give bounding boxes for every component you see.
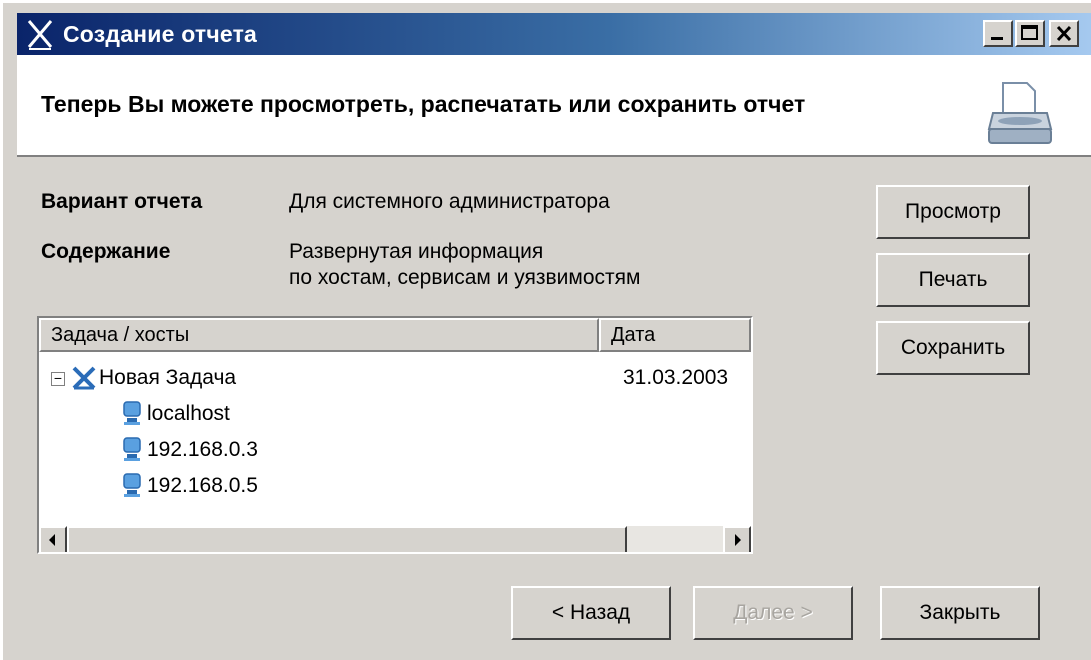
print-button[interactable]: Печать [876,253,1030,307]
next-button[interactable]: Далее > [693,586,853,640]
column-header-date[interactable]: Дата [599,318,751,352]
scroll-right-button[interactable] [723,526,751,552]
variant-label: Вариант отчета [41,190,203,213]
header-text: Теперь Вы можете просмотреть, распечатат… [41,91,806,117]
close-icon [1056,25,1072,42]
task-name: Новая Задача [99,366,237,389]
scrollbar-thumb[interactable] [67,526,627,552]
close-button[interactable]: Закрыть [880,586,1040,640]
host-name: 192.168.0.3 [147,438,258,461]
task-icon [72,366,96,390]
host-name: localhost [147,402,230,425]
host-computer-icon [123,437,141,461]
content-value-line1: Развернутая информация [289,240,544,263]
horizontal-scrollbar[interactable] [39,526,751,552]
host-name: 192.168.0.5 [147,474,258,497]
report-wizard-window: Создание отчета Теперь Вы можете просмот… [0,0,1091,660]
x-logo-icon [27,20,53,50]
content-label: Содержание [41,240,171,263]
host-computer-icon [123,473,141,497]
minimize-icon [991,37,1003,40]
close-window-button[interactable] [1049,20,1079,47]
content-value-line2: по хостам, сервисам и уязвимостям [289,266,641,289]
preview-button[interactable]: Просмотр [876,185,1030,239]
task-tree-list[interactable]: Задача / хосты Дата − Новая Задача 31.03… [37,316,753,554]
column-header-task[interactable]: Задача / хосты [39,318,599,352]
title-bar[interactable]: Создание отчета [17,13,1091,55]
wizard-header: Теперь Вы можете просмотреть, распечатат… [17,55,1091,157]
host-computer-icon [123,401,141,425]
task-date: 31.03.2003 [623,366,729,389]
maximize-icon [1021,25,1038,40]
printer-icon [987,82,1053,144]
collapse-toggle[interactable]: − [51,371,65,386]
variant-value: Для системного администратора [289,190,610,213]
scroll-left-button[interactable] [39,526,67,552]
arrow-left-icon [49,534,55,546]
back-button[interactable]: < Назад [511,586,671,640]
save-button[interactable]: Сохранить [876,321,1030,375]
maximize-button[interactable] [1015,20,1045,47]
minimize-button[interactable] [983,20,1013,47]
arrow-right-icon [735,534,741,546]
window-title: Создание отчета [63,21,258,47]
